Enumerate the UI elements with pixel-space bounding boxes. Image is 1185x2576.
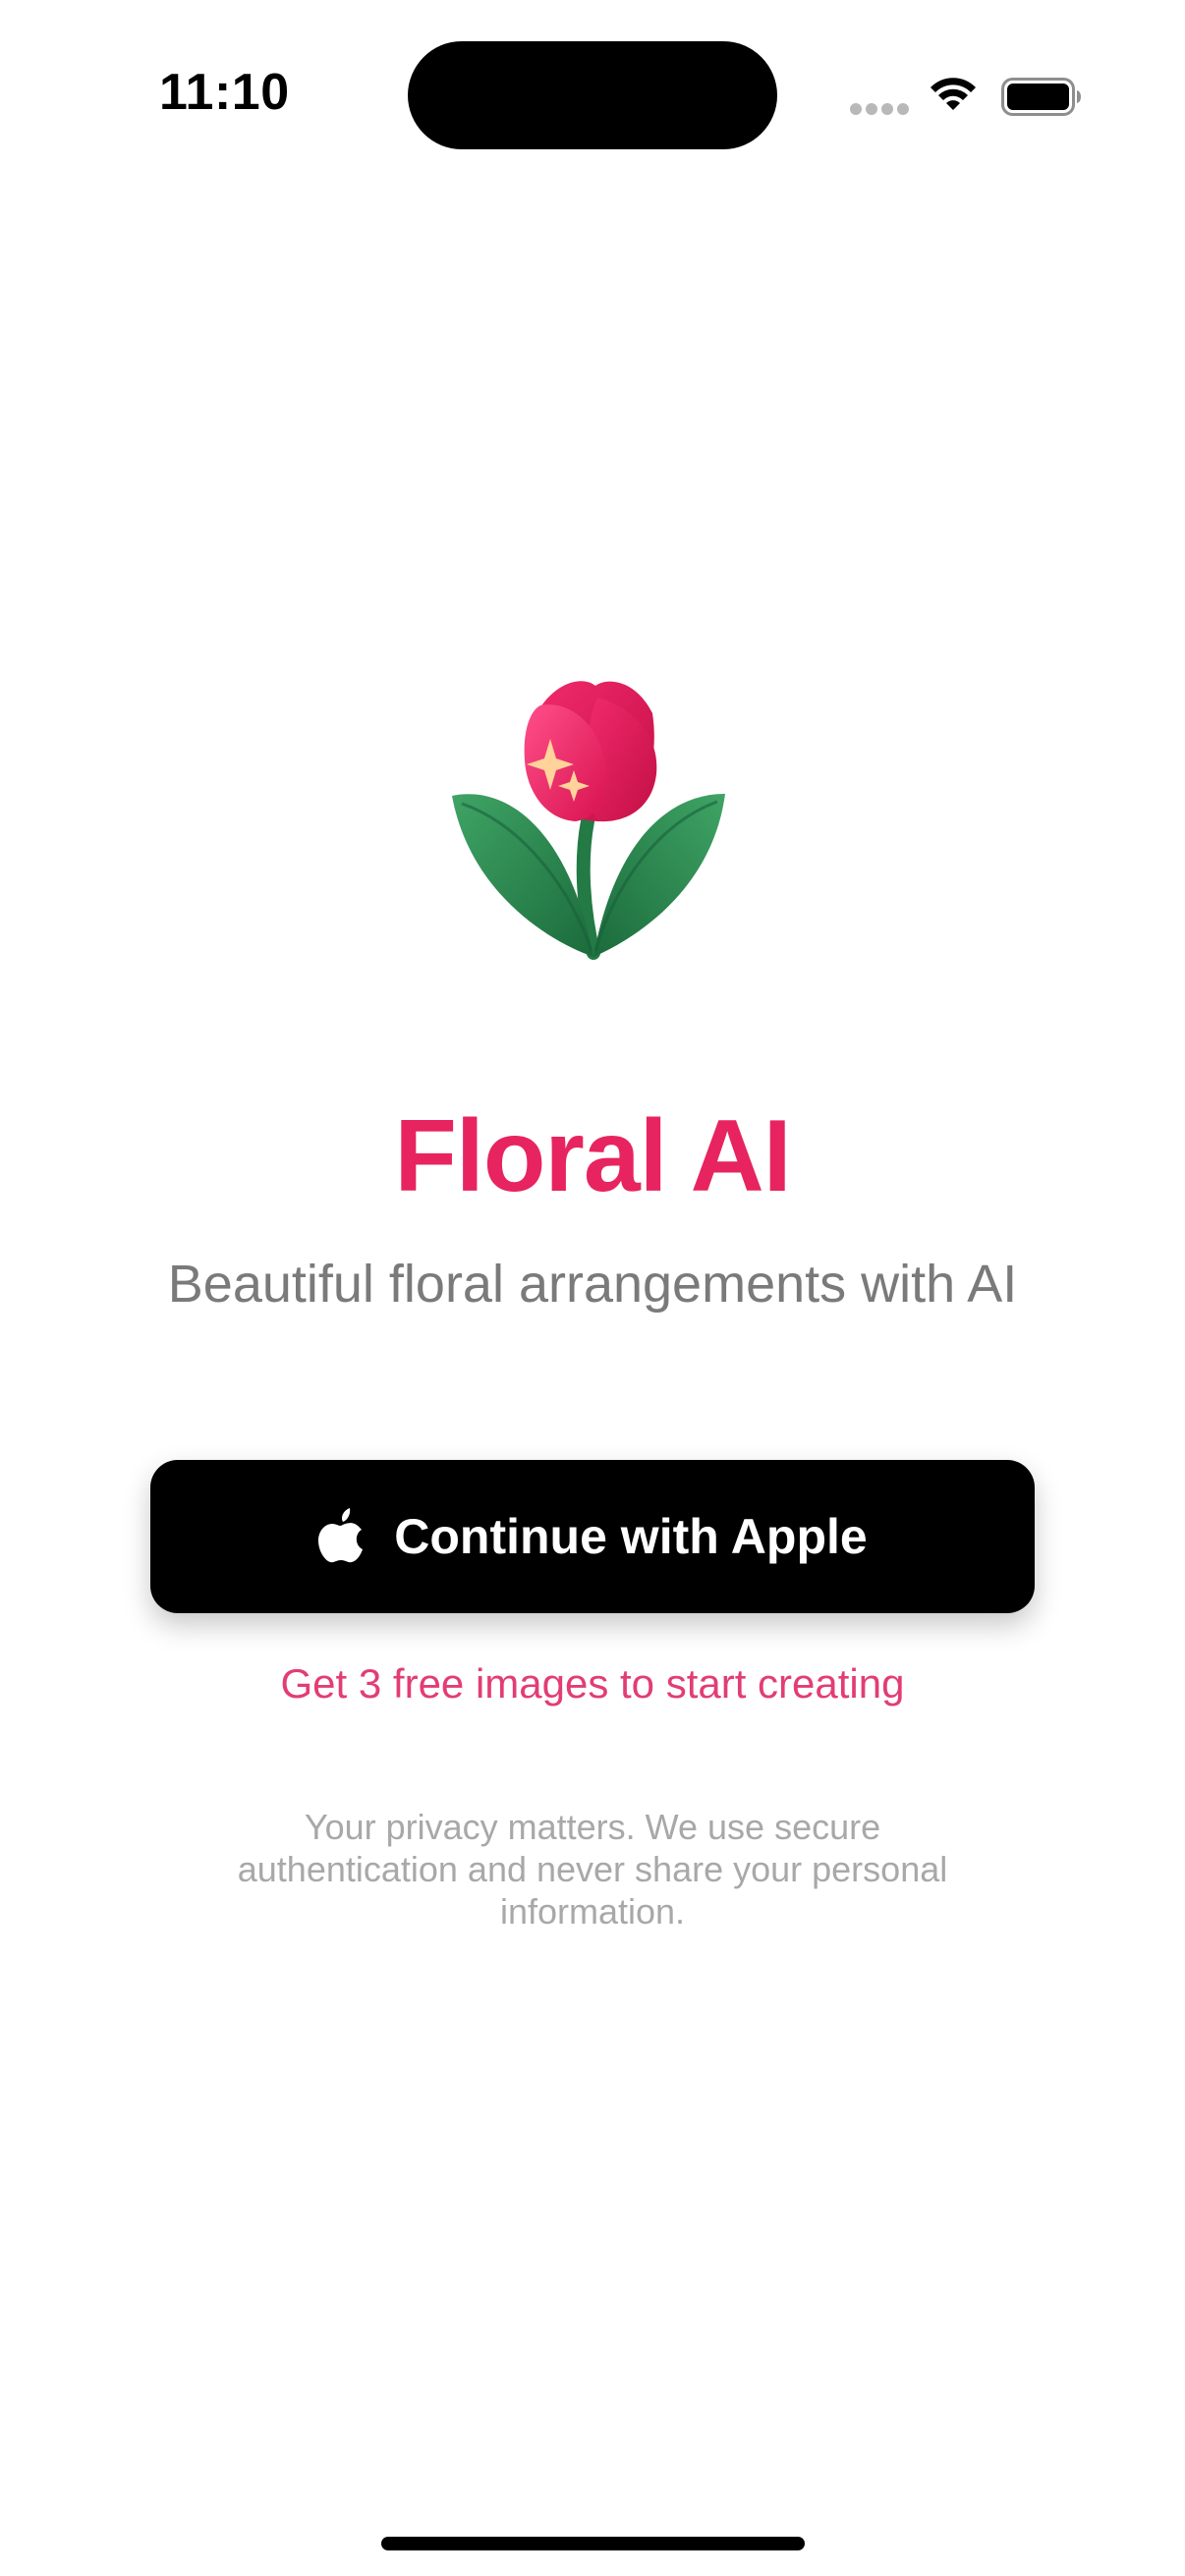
login-screen: 11:10 Floral AI Beautiful floral arrange… — [0, 0, 1185, 2576]
privacy-note: Your privacy matters. We use secure auth… — [237, 1807, 948, 1932]
apple-logo-icon — [318, 1508, 364, 1563]
app-subtitle: Beautiful floral arrangements with AI — [167, 1255, 1018, 1314]
app-title: Floral AI — [394, 1099, 791, 1213]
dynamic-island — [408, 41, 777, 149]
apple-button-label: Continue with Apple — [394, 1509, 868, 1564]
wifi-icon — [931, 78, 976, 110]
status-time: 11:10 — [159, 64, 290, 121]
free-images-offer-text: Get 3 free images to start creating — [280, 1660, 905, 1707]
home-indicator[interactable] — [381, 2537, 805, 2550]
battery-icon — [1001, 78, 1081, 116]
tulip-sparkle-icon — [452, 681, 725, 960]
cellular-signal-icon — [850, 103, 909, 115]
continue-with-apple-button[interactable]: Continue with Apple — [150, 1460, 1035, 1613]
